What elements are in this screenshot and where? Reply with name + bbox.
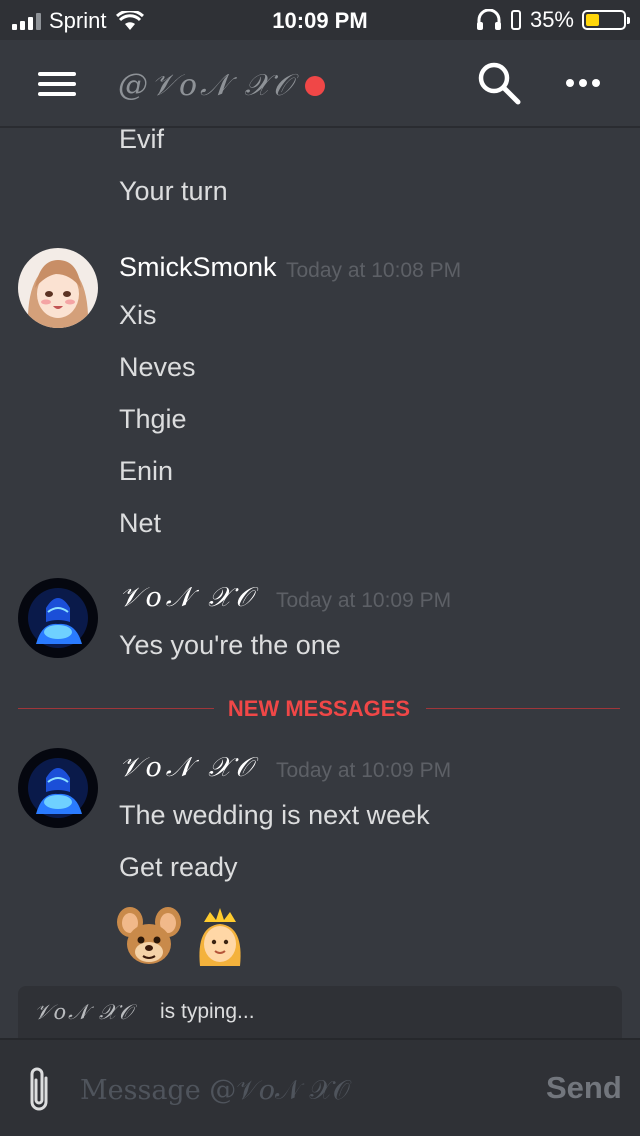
channel-name: @𝒱𝑜𝒩 𝒳𝒪 (118, 68, 296, 103)
send-button[interactable]: Send (546, 1070, 622, 1106)
mouse-face-emoji (117, 907, 181, 964)
message-timestamp: Today at 10:09 PM (276, 759, 452, 782)
new-messages-divider: NEW MESSAGES (18, 694, 620, 724)
message-timestamp: Today at 10:08 PM (286, 259, 462, 282)
new-messages-label: NEW MESSAGES (227, 696, 411, 721)
divider-rule-right (426, 708, 620, 709)
message-line: The wedding is next week (119, 800, 430, 830)
message-line: Enin (119, 456, 174, 486)
battery-percent: 35% (529, 7, 574, 32)
message-line: Evif (119, 128, 165, 154)
avatar-von-xo[interactable] (18, 578, 98, 658)
status-right: 35% (476, 7, 630, 33)
message-author[interactable]: 𝒱𝑜𝒩 𝒳𝒪 (119, 752, 256, 784)
typing-indicator: 𝒱𝑜𝒩 𝒳𝒪 is typing... (18, 986, 622, 1038)
message-line: Neves (119, 352, 196, 382)
avatar-von-xo[interactable] (18, 748, 98, 828)
typing-text: is typing... (160, 1000, 255, 1023)
battery-icon (582, 10, 630, 30)
hamburger-menu-icon[interactable] (38, 72, 76, 96)
message-author[interactable]: SmickSmonk (119, 252, 277, 283)
battery-level (586, 14, 599, 26)
do-not-disturb-status-icon (305, 75, 326, 96)
message-input[interactable] (80, 1068, 520, 1112)
princess-emoji (199, 908, 241, 966)
message-line: Thgie (119, 404, 187, 434)
hooded-figure-avatar-icon (18, 578, 98, 658)
message-line: Yes you're the one (119, 630, 341, 660)
status-bar: Sprint 10:09 PM 35% (0, 0, 640, 40)
message-timestamp: Today at 10:09 PM (276, 589, 452, 612)
message-list[interactable]: Evif Your turn SmickSmonk Today at 10:08… (0, 128, 640, 986)
message-line: Get ready (119, 852, 238, 882)
message-line: Net (119, 508, 162, 538)
typing-user: 𝒱𝑜𝒩 𝒳𝒪 (34, 1000, 135, 1024)
avatar-smicksmonk[interactable] (18, 248, 98, 328)
anime-girl-avatar-icon (18, 248, 98, 328)
channel-header: @𝒱𝑜𝒩 𝒳𝒪 (0, 40, 640, 128)
more-options-icon[interactable] (566, 70, 606, 96)
message-line: Your turn (119, 176, 228, 206)
paperclip-icon[interactable] (22, 1064, 56, 1114)
message-author[interactable]: 𝒱𝑜𝒩 𝒳𝒪 (119, 582, 256, 614)
message-composer: Send (0, 1038, 640, 1136)
hooded-figure-avatar-icon (18, 748, 98, 828)
headphones-icon (476, 9, 501, 30)
search-icon[interactable] (476, 60, 522, 106)
channel-title[interactable]: @𝒱𝑜𝒩 𝒳𝒪 (118, 68, 326, 103)
message-line: Xis (119, 300, 157, 330)
orientation-lock-icon (510, 10, 521, 30)
